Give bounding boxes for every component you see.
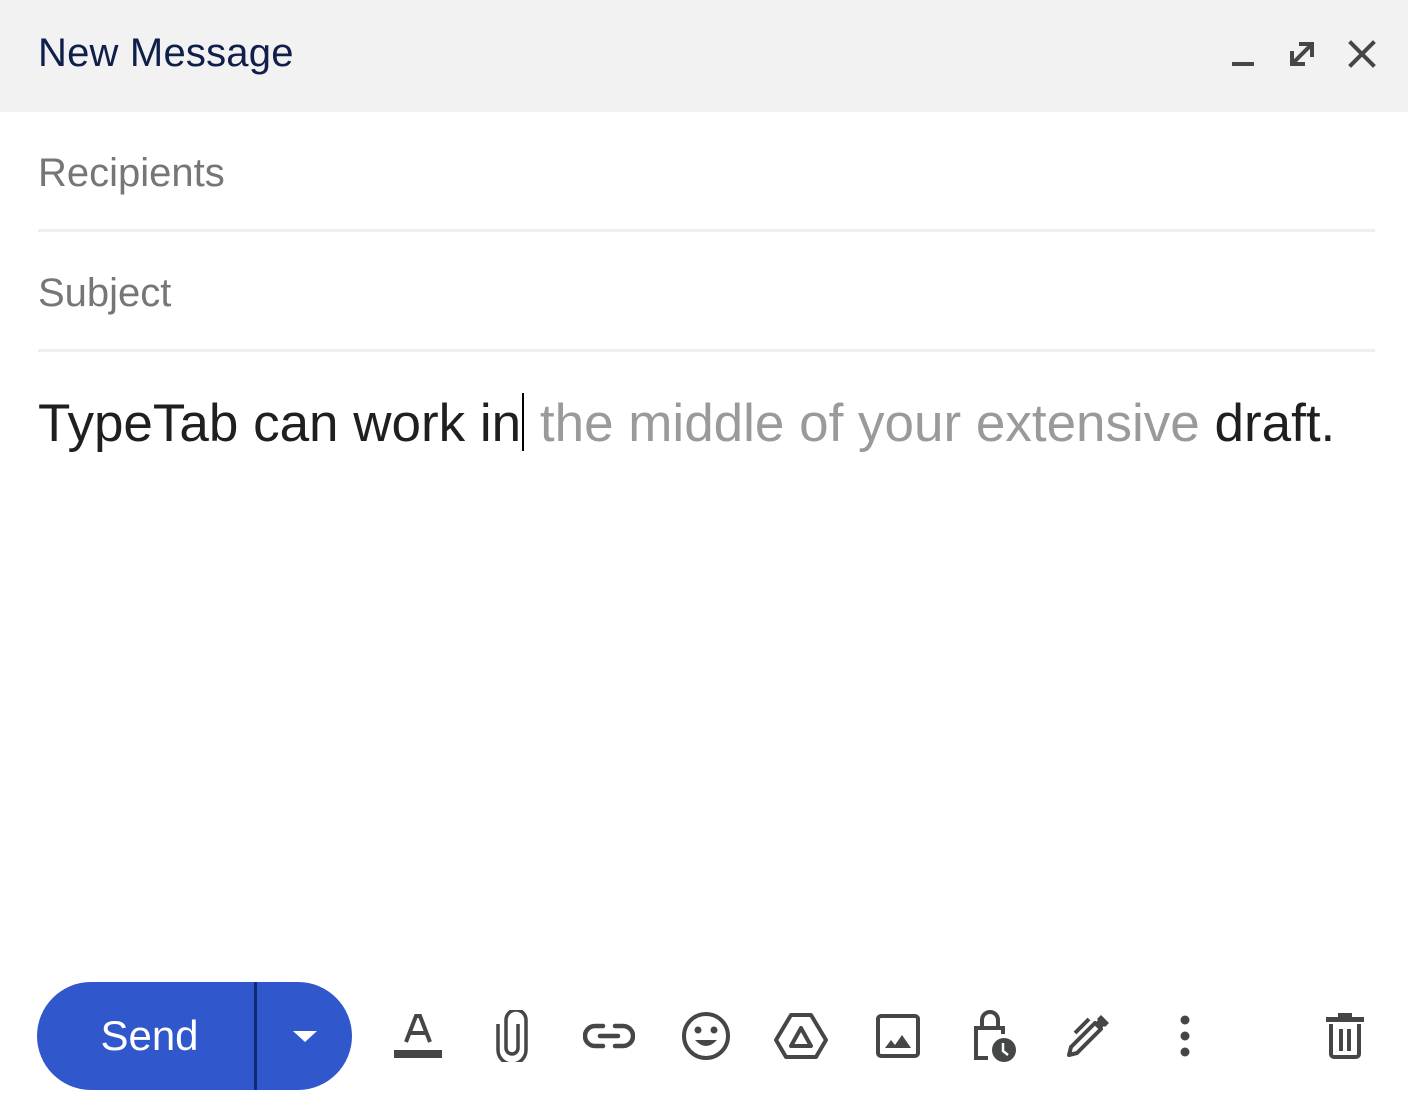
minimize-button[interactable] — [1221, 32, 1265, 76]
minimize-icon — [1232, 62, 1254, 66]
autocomplete-suggestion: the middle of your extensive — [525, 394, 1200, 453]
close-button[interactable] — [1340, 32, 1384, 76]
formatting-options-button[interactable] — [390, 1006, 446, 1066]
drive-icon — [774, 1013, 828, 1059]
recipients-row — [38, 114, 1375, 232]
link-icon — [583, 1023, 635, 1049]
expand-icon — [1290, 42, 1314, 66]
compose-header: New Message — [0, 0, 1408, 112]
window-title: New Message — [38, 31, 294, 75]
dropdown-arrow-icon — [292, 1031, 317, 1042]
insert-photo-button[interactable] — [870, 1006, 926, 1066]
pen-icon — [1067, 1015, 1109, 1057]
image-icon — [876, 1014, 920, 1058]
send-button[interactable]: Send — [37, 982, 254, 1090]
more-vert-icon — [1180, 1015, 1190, 1057]
discard-draft-button[interactable] — [1317, 1006, 1373, 1066]
typed-text-after-suggestion: draft. — [1199, 394, 1336, 453]
recipients-input[interactable] — [38, 148, 1375, 198]
message-body[interactable]: TypeTab can work in the middle of your e… — [38, 392, 1378, 456]
insert-drive-file-button[interactable] — [773, 1006, 829, 1066]
insert-signature-button[interactable] — [1060, 1006, 1116, 1066]
expand-button[interactable] — [1280, 32, 1324, 76]
subject-input[interactable] — [38, 268, 1375, 318]
paperclip-icon — [496, 1010, 528, 1062]
attach-files-button[interactable] — [484, 1006, 540, 1066]
lock-clock-icon — [974, 1010, 1016, 1062]
subject-row — [38, 234, 1375, 352]
typed-text-before-cursor: TypeTab can work in — [38, 394, 522, 453]
insert-emoji-button[interactable] — [678, 1006, 734, 1066]
close-icon — [1348, 40, 1376, 68]
emoji-icon — [682, 1012, 730, 1060]
trash-icon — [1326, 1013, 1364, 1059]
text-format-icon — [394, 1014, 442, 1058]
more-options-button[interactable] — [1157, 1006, 1213, 1066]
insert-link-button[interactable] — [581, 1006, 637, 1066]
confidential-mode-button[interactable] — [966, 1006, 1022, 1066]
send-options-button[interactable] — [257, 982, 352, 1090]
text-cursor — [522, 393, 525, 451]
send-button-group: Send — [37, 982, 352, 1090]
compose-window: New Message Recipients Subject TypeTab c… — [0, 0, 1408, 1110]
